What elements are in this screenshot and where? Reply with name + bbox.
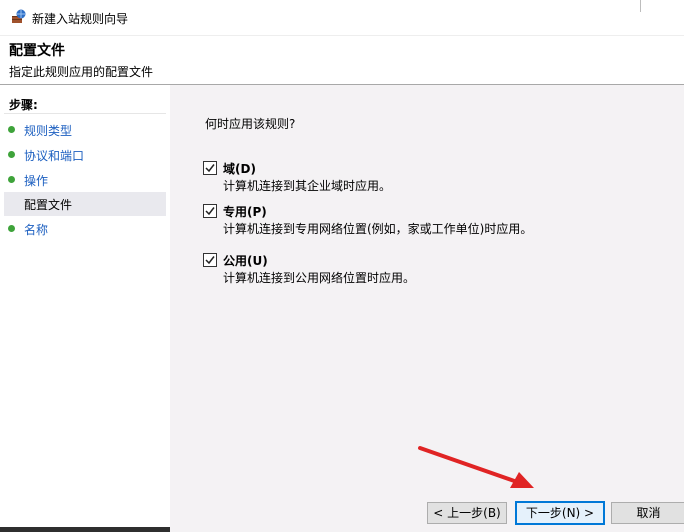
checkmark-icon [205,164,215,173]
steps-pane: 步骤: 规则类型 协议和端口 操作 配置文件 名称 [0,85,168,532]
private-checkbox[interactable] [203,204,217,218]
content-edge [170,527,684,532]
private-label[interactable]: 专用(P) [223,203,267,220]
step-item-profile[interactable]: 配置文件 [4,192,166,216]
step-item-rule-type[interactable]: 规则类型 [4,118,166,142]
step-complete-icon [8,151,15,158]
step-label: 操作 [24,174,49,188]
page-title: 配置文件 [9,43,65,59]
steps-divider [4,113,166,114]
checkmark-icon [205,256,215,265]
cancel-button[interactable]: 取消 [611,502,684,524]
step-label: 名称 [24,223,49,237]
back-button[interactable]: < 上一步(B) [427,502,507,524]
checkmark-icon [205,207,215,216]
domain-description: 计算机连接到其企业域时应用。 [223,179,392,193]
title-bar[interactable]: 新建入站规则向导 [0,0,684,36]
steps-heading: 步骤: [9,98,38,112]
page-header: 配置文件 指定此规则应用的配置文件 [0,36,684,85]
public-label[interactable]: 公用(U) [223,252,268,269]
step-item-action[interactable]: 操作 [4,168,166,192]
step-item-protocol-port[interactable]: 协议和端口 [4,143,166,167]
public-description: 计算机连接到公用网络位置时应用。 [223,271,416,285]
step-complete-icon [8,225,15,232]
step-label: 配置文件 [24,198,73,212]
firewall-wizard-icon [11,9,27,25]
step-item-name[interactable]: 名称 [4,217,166,241]
step-complete-icon [8,176,15,183]
next-button[interactable]: 下一步(N) > [515,501,605,525]
step-complete-icon [8,126,15,133]
taskbar-edge [0,527,684,532]
step-label: 规则类型 [24,124,73,138]
window-title: 新建入站规则向导 [32,12,129,26]
window-edge-divider [640,0,641,12]
wizard-window: 新建入站规则向导 配置文件 指定此规则应用的配置文件 步骤: 规则类型 协议和端… [0,0,684,532]
public-checkbox[interactable] [203,253,217,267]
domain-checkbox[interactable] [203,161,217,175]
page-subtitle: 指定此规则应用的配置文件 [9,65,154,79]
option-private[interactable]: 专用(P) 计算机连接到专用网络位置(例如，家或工作单位)时应用。 [203,204,673,240]
private-description: 计算机连接到专用网络位置(例如，家或工作单位)时应用。 [223,222,533,236]
profile-content: 何时应用该规则? 域(D) 计算机连接到其企业域时应用。 专用(P) 计算机连接… [170,85,684,532]
option-public[interactable]: 公用(U) 计算机连接到公用网络位置时应用。 [203,253,673,289]
option-domain[interactable]: 域(D) 计算机连接到其企业域时应用。 [203,161,673,197]
question-label: 何时应用该规则? [205,117,296,131]
step-label: 协议和端口 [24,149,85,163]
domain-label[interactable]: 域(D) [223,160,256,177]
